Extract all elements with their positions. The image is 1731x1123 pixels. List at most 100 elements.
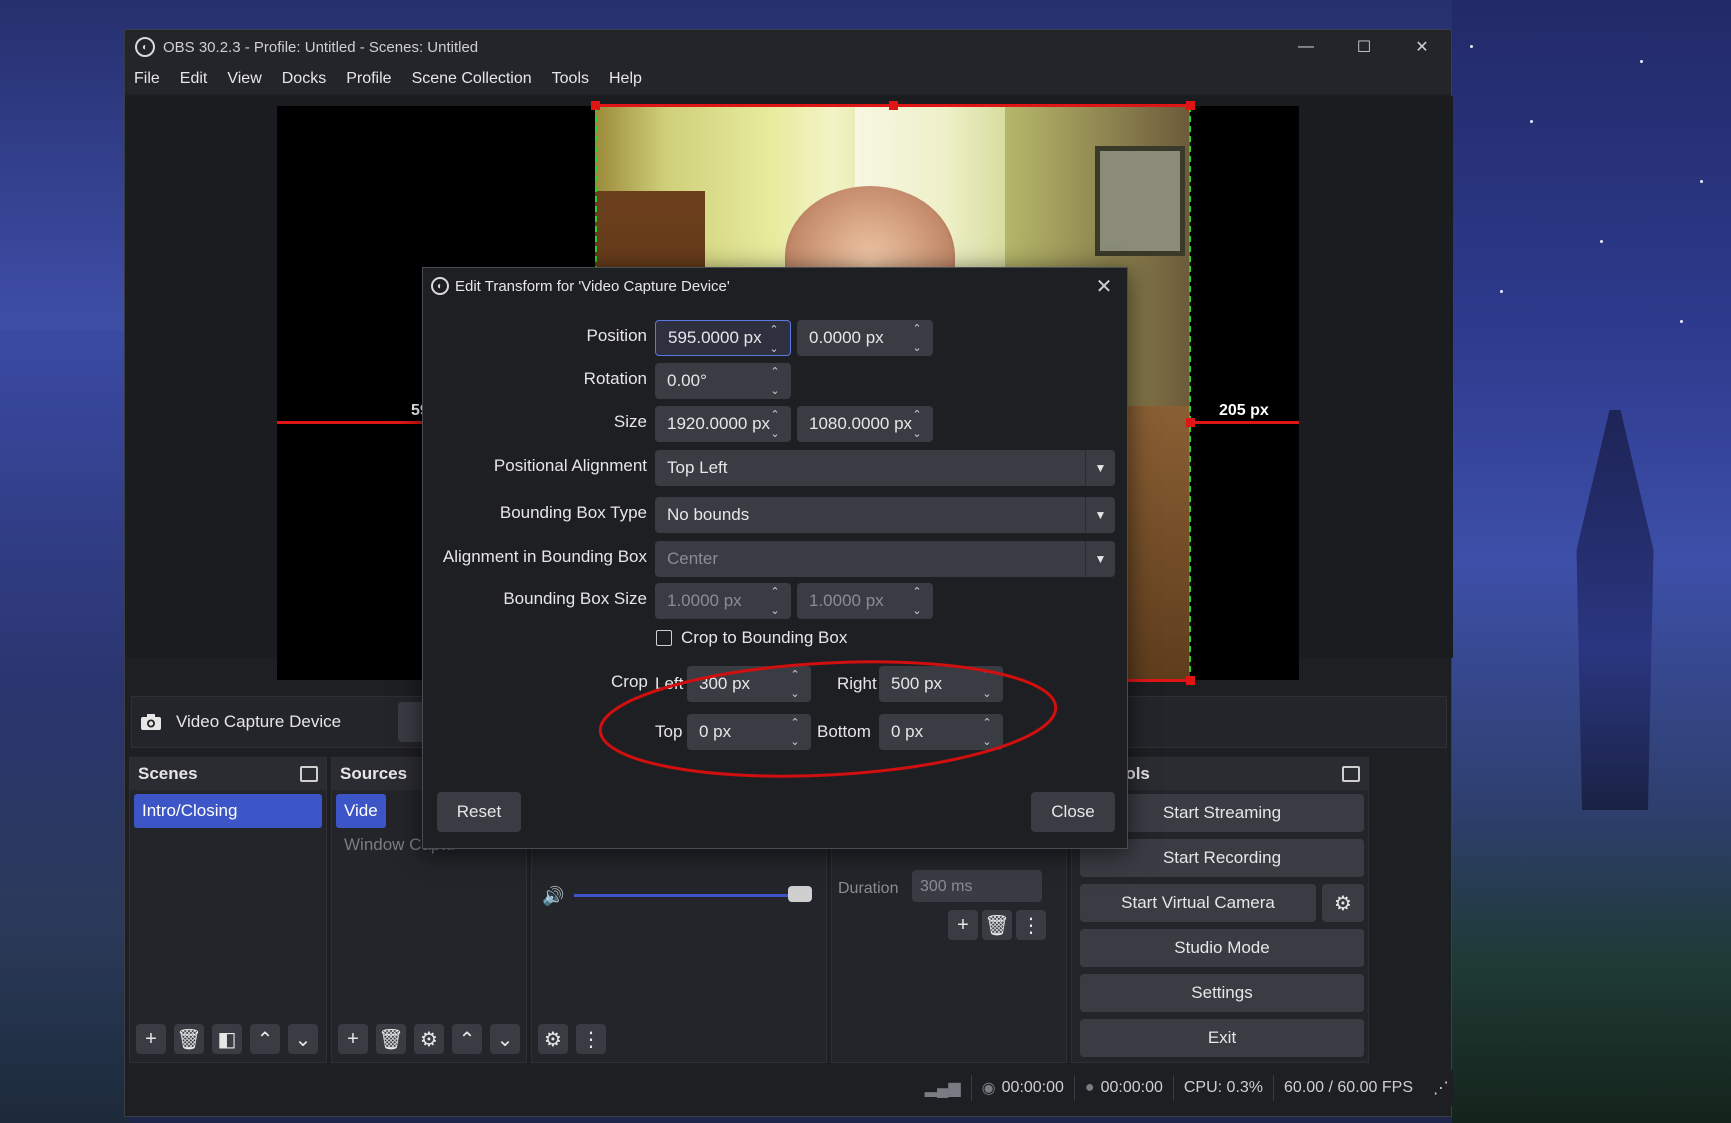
cpu-status: CPU: 0.3% [1172, 1075, 1273, 1101]
add-transition-button[interactable]: + [948, 910, 978, 940]
position-y-value: 0.0000 px [809, 328, 884, 347]
menu-tools[interactable]: Tools [542, 70, 599, 88]
rotation-label: Rotation [583, 369, 647, 388]
size-height-input[interactable]: 1080.0000 px ⌃ ⌄ [797, 406, 933, 442]
remove-source-button[interactable]: 🗑 [376, 1024, 406, 1054]
undock-icon[interactable] [300, 766, 318, 782]
move-source-up-button[interactable]: ⌃ [452, 1024, 482, 1054]
volume-slider[interactable] [574, 894, 804, 897]
source-item-video-capture[interactable]: Vide [336, 794, 386, 828]
add-scene-button[interactable]: + [136, 1024, 166, 1054]
wallpaper-star [1640, 60, 1643, 63]
wallpaper-star [1470, 45, 1473, 48]
exit-button[interactable]: Exit [1080, 1019, 1364, 1057]
menu-file[interactable]: File [125, 70, 170, 88]
menu-edit[interactable]: Edit [170, 70, 218, 88]
bounding-box-height-value: 1.0000 px [809, 591, 884, 610]
spin-arrows-icon[interactable]: ⌃ ⌄ [907, 322, 927, 354]
position-y-input[interactable]: 0.0000 px ⌃ ⌄ [797, 320, 933, 356]
move-scene-down-button[interactable]: ⌄ [288, 1024, 318, 1054]
source-properties-gear-icon[interactable]: ⚙ [414, 1024, 444, 1054]
signal-bars-icon: ▂▄▆ [924, 1080, 961, 1097]
alignment-in-bounding-box-select[interactable]: Center ▼ [655, 541, 1115, 577]
bounding-box-width-input[interactable]: 1.0000 px ⌃ ⌄ [655, 583, 791, 619]
resize-handle[interactable] [1186, 101, 1195, 110]
bounding-box-type-label: Bounding Box Type [499, 503, 647, 522]
duration-label: Duration [838, 880, 899, 897]
crop-distance-line-right [1191, 421, 1299, 424]
fps-status: 60.00 / 60.00 FPS [1273, 1075, 1423, 1101]
spin-arrows-icon[interactable]: ⌃ ⌄ [764, 323, 784, 355]
undock-icon[interactable] [1342, 766, 1360, 782]
menu-docks[interactable]: Docks [272, 70, 336, 88]
rotation-input[interactable]: 0.00° ⌃ ⌄ [655, 363, 791, 399]
duration-value: 300 ms [920, 878, 973, 895]
volume-icon[interactable]: 🔊 [542, 886, 564, 906]
resize-handle[interactable] [591, 101, 600, 110]
dropdown-arrow-icon[interactable]: ▼ [1085, 497, 1115, 533]
camera-painting [1095, 146, 1185, 256]
remove-scene-button[interactable]: 🗑 [174, 1024, 204, 1054]
obs-logo-icon: ◐ [135, 37, 155, 57]
size-width-input[interactable]: 1920.0000 px ⌃ ⌄ [655, 406, 791, 442]
size-label: Size [613, 412, 647, 431]
spin-arrows-icon[interactable]: ⌃ ⌄ [765, 408, 785, 440]
mixer-menu-icon[interactable]: ⋮ [576, 1024, 606, 1054]
resize-grip-icon[interactable]: ⋰ [1423, 1075, 1453, 1101]
close-window-button[interactable]: ✕ [1393, 30, 1451, 64]
studio-mode-button[interactable]: Studio Mode [1080, 929, 1364, 967]
dialog-close-icon[interactable]: ✕ [1089, 272, 1119, 300]
wallpaper-star [1530, 120, 1533, 123]
mixer-settings-gear-icon[interactable]: ⚙ [538, 1024, 568, 1054]
transition-menu-icon[interactable]: ⋮ [1016, 910, 1046, 940]
start-virtual-camera-button[interactable]: Start Virtual Camera [1080, 884, 1316, 922]
add-source-button[interactable]: + [338, 1024, 368, 1054]
record-time: 00:00:00 [1100, 1079, 1163, 1096]
minimize-button[interactable]: — [1277, 30, 1335, 64]
camera-icon [141, 714, 161, 730]
menu-profile[interactable]: Profile [336, 70, 401, 88]
dialog-title: Edit Transform for 'Video Capture Device… [455, 277, 730, 295]
remove-transition-button[interactable]: 🗑 [982, 910, 1012, 940]
positional-alignment-label: Positional Alignment [493, 456, 647, 475]
crop-distance-right-label: 205 px [1219, 402, 1269, 419]
spin-arrows-icon[interactable]: ⌃ ⌄ [907, 408, 927, 440]
dropdown-arrow-icon[interactable]: ▼ [1085, 450, 1115, 486]
menu-view[interactable]: View [217, 70, 271, 88]
bounding-box-height-input[interactable]: 1.0000 px ⌃ ⌄ [797, 583, 933, 619]
source-item-label: Vide [344, 801, 378, 820]
size-height-value: 1080.0000 px [809, 414, 913, 433]
duration-input[interactable]: 300 ms [912, 870, 1042, 902]
resize-handle[interactable] [1186, 676, 1195, 685]
position-x-input[interactable]: 595.0000 px ⌃ ⌄ [655, 320, 791, 356]
size-width-value: 1920.0000 px [667, 414, 771, 433]
virtual-camera-gear-icon[interactable]: ⚙ [1322, 884, 1364, 922]
crop-to-bounding-box-checkbox[interactable] [656, 630, 672, 646]
menu-help[interactable]: Help [599, 70, 652, 88]
stream-status: ◉ 00:00:00 [970, 1075, 1074, 1101]
network-status: ▂▄▆ [915, 1075, 971, 1101]
bounding-box-type-select[interactable]: No bounds ▼ [655, 497, 1115, 533]
positional-alignment-select[interactable]: Top Left ▼ [655, 450, 1115, 486]
crop-edge-right [1189, 106, 1191, 680]
close-button[interactable]: Close [1031, 792, 1115, 832]
settings-button[interactable]: Settings [1080, 974, 1364, 1012]
spin-arrows-icon[interactable]: ⌃ ⌄ [907, 585, 927, 617]
move-source-down-button[interactable]: ⌄ [490, 1024, 520, 1054]
position-label: Position [586, 326, 647, 345]
volume-slider-handle[interactable] [788, 886, 812, 902]
dropdown-arrow-icon[interactable]: ▼ [1085, 541, 1115, 577]
scene-item[interactable]: Intro/Closing [134, 794, 322, 828]
scene-filters-button[interactable]: ◧ [212, 1024, 242, 1054]
maximize-button[interactable]: ☐ [1335, 30, 1393, 64]
dialog-title-bar: ◐ Edit Transform for 'Video Capture Devi… [423, 268, 1127, 304]
stream-icon: ◉ [981, 1080, 996, 1097]
menu-scene-collection[interactable]: Scene Collection [402, 70, 542, 88]
spin-arrows-icon[interactable]: ⌃ ⌄ [765, 365, 785, 397]
record-icon: ● [1084, 1079, 1095, 1096]
move-scene-up-button[interactable]: ⌃ [250, 1024, 280, 1054]
reset-button[interactable]: Reset [437, 792, 521, 832]
spin-arrows-icon[interactable]: ⌃ ⌄ [765, 585, 785, 617]
resize-handle[interactable] [889, 101, 898, 110]
positional-alignment-value: Top Left [667, 458, 728, 477]
